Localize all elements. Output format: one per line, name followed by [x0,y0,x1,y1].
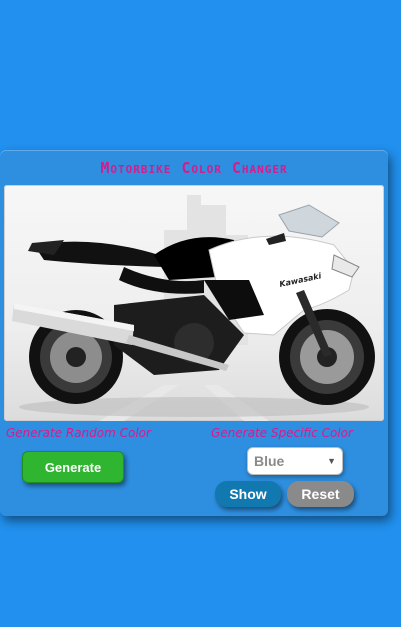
show-button[interactable]: Show [215,481,281,507]
color-select[interactable]: Blue ▼ [247,447,343,475]
front-wheel [279,309,375,405]
color-select-value: Blue [254,453,285,469]
dropdown-arrow-icon: ▼ [327,456,336,466]
motorbike-illustration: Kawasaki [12,195,375,421]
page-title: Motorbike Color Changer [100,159,288,177]
windscreen [278,204,340,238]
specific-color-label: Generate Specific Color [211,426,353,440]
motorbike-image: Kawasaki [4,185,384,421]
random-color-label: Generate Random Color [6,426,151,440]
generate-button[interactable]: Generate [22,451,124,483]
reset-button[interactable]: Reset [287,481,354,507]
